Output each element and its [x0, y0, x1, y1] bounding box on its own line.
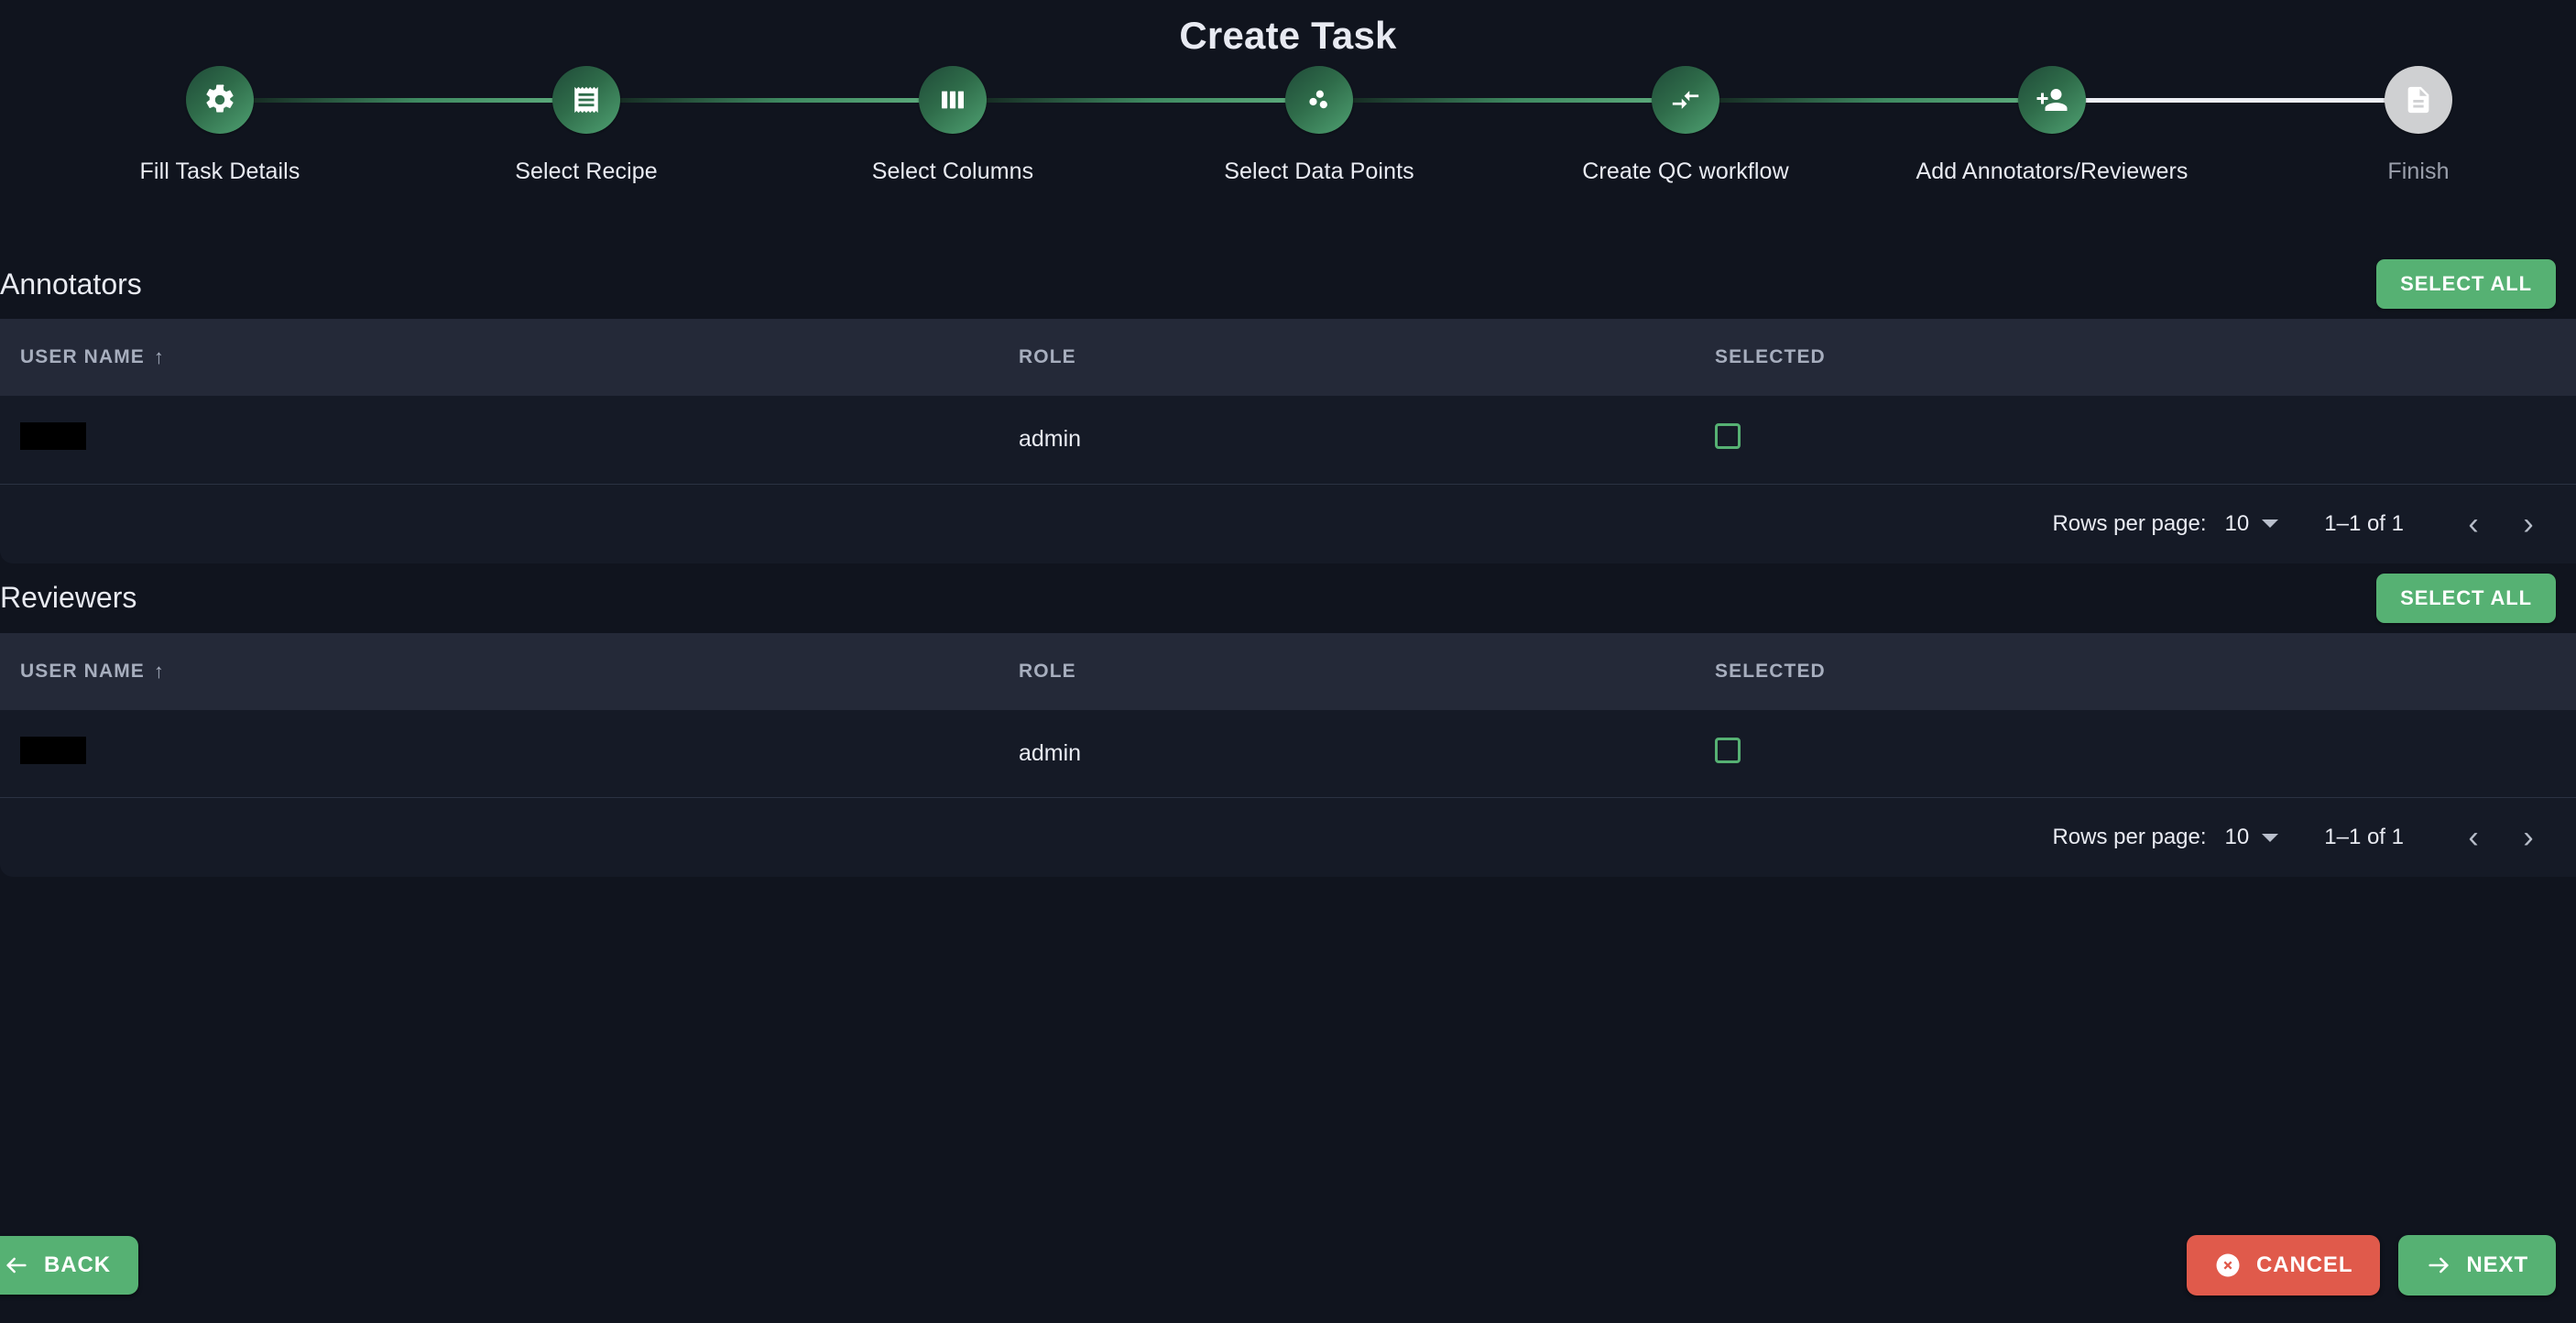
reviewers-table-head: USER NAME ↑ ROLE SELECTED — [0, 632, 2576, 710]
step-create-qc-workflow[interactable]: Create QC workflow — [1502, 66, 1869, 185]
receipt-icon — [571, 84, 602, 115]
reviewers-select-all-button[interactable]: SELECT ALL — [2376, 573, 2556, 623]
reviewers-section-header: Reviewers SELECT ALL — [0, 563, 2576, 633]
cancel-circle-icon — [2214, 1252, 2242, 1279]
step-fill-task-details[interactable]: Fill Task Details — [37, 66, 403, 185]
arrow-right-icon — [2426, 1252, 2451, 1278]
annotators-rows-per-page-label: Rows per page: — [2052, 510, 2207, 536]
cancel-button-label: CANCEL — [2255, 1252, 2353, 1277]
reviewers-cell-user-name — [0, 709, 999, 798]
annotators-col-user-name-label: USER NAME — [20, 346, 145, 367]
footer-right-actions: CANCEL NEXT — [2186, 1235, 2556, 1296]
wizard-footer: BACK CANCEL NEXT — [0, 1235, 2576, 1296]
step-add-annotators-reviewers[interactable]: Add Annotators/Reviewers — [1869, 66, 2235, 185]
next-button[interactable]: NEXT — [2398, 1235, 2556, 1296]
gear-icon — [203, 83, 236, 116]
view-column-icon — [938, 85, 967, 115]
annotators-section-header: Annotators SELECT ALL — [0, 249, 2576, 319]
annotators-col-selected[interactable]: SELECTED — [1695, 319, 2576, 396]
step-label-fill-task-details: Fill Task Details — [139, 159, 300, 184]
step-circle-select-columns — [919, 66, 987, 134]
redacted-user-name — [20, 422, 86, 451]
table-row[interactable]: admin — [0, 709, 2576, 798]
annotators-select-checkbox[interactable] — [1715, 423, 1741, 450]
sort-ascending-icon: ↑ — [153, 659, 166, 683]
table-row[interactable]: admin — [0, 396, 2576, 485]
person-add-icon — [2036, 83, 2068, 116]
reviewers-header-row: USER NAME ↑ ROLE SELECTED — [0, 632, 2576, 710]
annotators-table-card: USER NAME ↑ ROLE SELECTED admin Rows per… — [0, 319, 2576, 563]
step-select-columns[interactable]: Select Columns — [770, 66, 1136, 185]
annotators-cell-user-name — [0, 396, 999, 485]
annotators-title: Annotators — [0, 267, 142, 301]
reviewers-table-card: USER NAME ↑ ROLE SELECTED admin Rows per… — [0, 632, 2576, 877]
reviewers-page-range: 1–1 of 1 — [2324, 825, 2404, 849]
step-select-recipe[interactable]: Select Recipe — [403, 66, 770, 185]
step-circle-select-recipe — [552, 66, 620, 134]
annotators-prev-page-button[interactable]: ‹ — [2446, 508, 2501, 540]
reviewers-col-user-name[interactable]: USER NAME ↑ — [0, 633, 999, 710]
step-label-create-qc-workflow: Create QC workflow — [1582, 159, 1789, 184]
annotators-header-row: USER NAME ↑ ROLE SELECTED — [0, 319, 2576, 396]
annotators-select-all-button[interactable]: SELECT ALL — [2376, 259, 2556, 309]
reviewers-next-page-button[interactable]: › — [2501, 822, 2556, 853]
scatter-points-icon — [1304, 84, 1335, 115]
step-select-data-points[interactable]: Select Data Points — [1136, 66, 1502, 185]
redacted-user-name — [20, 736, 86, 764]
annotators-rows-per-page-value: 10 — [2224, 510, 2250, 536]
annotators-page-range: 1–1 of 1 — [2324, 510, 2404, 536]
annotators-section: Annotators SELECT ALL USER NAME ↑ ROLE S… — [0, 249, 2576, 563]
step-label-finish: Finish — [2387, 159, 2450, 184]
annotators-table-body: admin — [0, 396, 2576, 485]
reviewers-table: USER NAME ↑ ROLE SELECTED admin — [0, 632, 2576, 798]
annotators-pagination: Rows per page: 10 1–1 of 1 ‹ › — [0, 484, 2576, 563]
reviewers-table-body: admin — [0, 709, 2576, 798]
back-button[interactable]: BACK — [0, 1236, 138, 1295]
reviewers-cell-selected — [1695, 709, 2576, 798]
step-circle-add-annotators-reviewers — [2018, 66, 2086, 134]
reviewers-pagination: Rows per page: 10 1–1 of 1 ‹ › — [0, 798, 2576, 877]
arrow-left-icon — [4, 1252, 29, 1278]
annotators-next-page-button[interactable]: › — [2501, 508, 2556, 540]
reviewers-rows-per-page-value: 10 — [2224, 825, 2250, 849]
sort-ascending-icon: ↑ — [153, 345, 166, 368]
annotators-cell-role: admin — [999, 396, 1695, 485]
step-circle-finish — [2385, 66, 2452, 134]
annotators-table-head: USER NAME ↑ ROLE SELECTED — [0, 319, 2576, 396]
reviewers-rows-per-page-label: Rows per page: — [2052, 825, 2207, 849]
reviewers-select-checkbox[interactable] — [1715, 737, 1741, 763]
annotators-col-role[interactable]: ROLE — [999, 319, 1695, 396]
next-button-label: NEXT — [2466, 1252, 2528, 1277]
annotators-rows-per-page-select[interactable]: 10 — [2225, 511, 2279, 537]
document-icon — [2403, 84, 2434, 115]
annotators-col-user-name[interactable]: USER NAME ↑ — [0, 319, 999, 396]
cancel-button[interactable]: CANCEL — [2186, 1235, 2381, 1296]
reviewers-col-user-name-label: USER NAME — [20, 660, 145, 682]
reviewers-rows-per-page-select[interactable]: 10 — [2225, 825, 2279, 850]
reviewers-section: Reviewers SELECT ALL USER NAME ↑ ROLE SE… — [0, 563, 2576, 877]
step-label-select-data-points: Select Data Points — [1224, 159, 1414, 184]
compare-arrows-icon — [1670, 84, 1701, 115]
annotators-table: USER NAME ↑ ROLE SELECTED admin — [0, 319, 2576, 485]
step-label-select-columns: Select Columns — [871, 159, 1034, 184]
create-task-page: Create Task Fill Task Details Select Rec… — [0, 0, 2576, 1323]
back-button-label: BACK — [44, 1252, 111, 1277]
reviewers-col-selected[interactable]: SELECTED — [1695, 633, 2576, 710]
step-circle-select-data-points — [1285, 66, 1353, 134]
page-title: Create Task — [1179, 14, 1397, 57]
chevron-down-icon — [2262, 833, 2279, 842]
step-label-add-annotators-reviewers: Add Annotators/Reviewers — [1916, 159, 2189, 184]
reviewers-col-role[interactable]: ROLE — [999, 633, 1695, 710]
step-circle-fill-task-details — [186, 66, 254, 134]
annotators-cell-selected — [1695, 396, 2576, 485]
chevron-down-icon — [2262, 519, 2279, 528]
reviewers-prev-page-button[interactable]: ‹ — [2446, 822, 2501, 853]
step-finish[interactable]: Finish — [2235, 66, 2576, 185]
reviewers-cell-role: admin — [999, 709, 1695, 798]
reviewers-title: Reviewers — [0, 581, 137, 614]
step-label-select-recipe: Select Recipe — [515, 159, 658, 184]
wizard-stepper: Fill Task Details Select Recipe Select C… — [0, 66, 2576, 249]
step-circle-create-qc-workflow — [1652, 66, 1719, 134]
